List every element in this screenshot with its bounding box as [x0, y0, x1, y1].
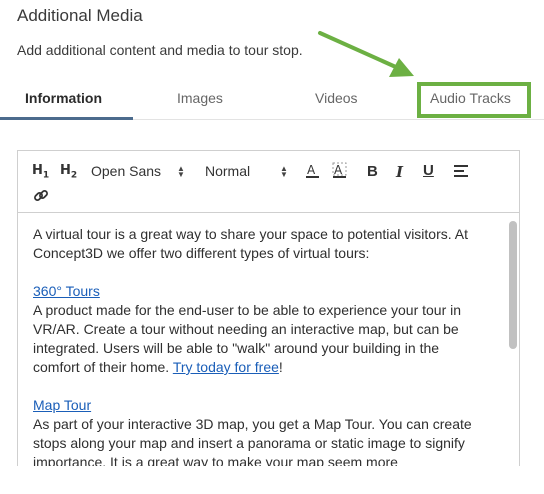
font-size-select[interactable]: Normal	[205, 163, 250, 179]
try-free-link[interactable]: Try today for free	[173, 359, 279, 375]
svg-text:A: A	[307, 163, 316, 177]
heading-1-button[interactable]: H1	[32, 163, 49, 181]
background-color-icon[interactable]: A	[332, 162, 348, 180]
tours360-link[interactable]: 360° Tours	[33, 283, 100, 299]
font-color-icon[interactable]: A	[305, 162, 321, 180]
font-family-select[interactable]: Open Sans	[91, 163, 161, 179]
underline-button[interactable]: U	[423, 162, 434, 179]
align-icon[interactable]	[454, 164, 470, 178]
font-select-arrows-icon: ▲ ▼	[177, 164, 185, 179]
heading-2-button[interactable]: H2	[60, 163, 77, 181]
editor-scrollbar[interactable]	[506, 215, 518, 466]
editor-content[interactable]: A virtual tour is a great way to share y…	[18, 213, 504, 466]
maptour-paragraph: As part of your interactive 3D map, you …	[33, 416, 472, 466]
scrollbar-thumb[interactable]	[509, 221, 517, 349]
link-icon[interactable]	[33, 188, 49, 204]
italic-button[interactable]: I	[396, 163, 403, 181]
maptour-link[interactable]: Map Tour	[33, 397, 91, 413]
intro-paragraph: A virtual tour is a great way to share y…	[33, 226, 468, 261]
tours360-paragraph: A product made for the end-user to be ab…	[33, 302, 462, 375]
tours360-section: 360° Tours A product made for the end-us…	[33, 282, 489, 377]
size-select-arrows-icon: ▲ ▼	[280, 164, 288, 179]
editor-toolbar: H1 H2 Open Sans ▲ ▼ Normal ▲ ▼ A A B I U	[18, 151, 519, 213]
maptour-section: Map Tour As part of your interactive 3D …	[33, 396, 489, 466]
bold-button[interactable]: B	[367, 163, 378, 180]
rich-text-editor: H1 H2 Open Sans ▲ ▼ Normal ▲ ▼ A A B I U A…	[17, 150, 520, 466]
svg-text:A: A	[334, 163, 343, 177]
